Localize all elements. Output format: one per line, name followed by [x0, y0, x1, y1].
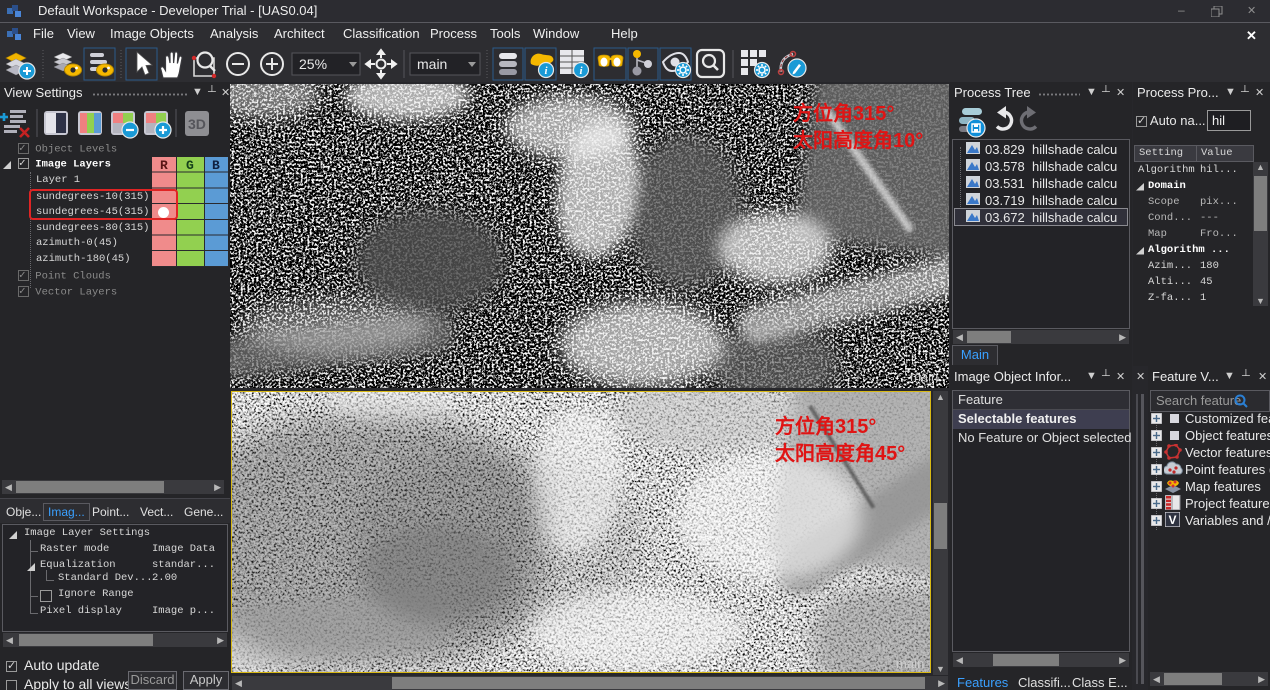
svg-text:main: main [417, 56, 447, 72]
svg-text:25%: 25% [299, 56, 327, 72]
svg-text:V: V [1168, 513, 1176, 527]
svg-text:3D: 3D [188, 116, 206, 132]
